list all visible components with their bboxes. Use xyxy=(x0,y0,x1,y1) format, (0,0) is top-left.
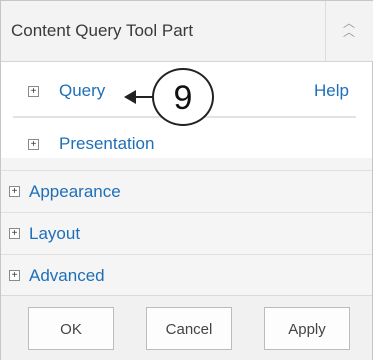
expand-appearance-icon[interactable]: + xyxy=(9,186,20,197)
panel-title: Content Query Tool Part xyxy=(11,21,194,40)
expand-advanced-icon[interactable]: + xyxy=(9,270,20,281)
expand-presentation-icon[interactable]: + xyxy=(28,139,39,150)
section-layout[interactable]: + Layout xyxy=(1,212,372,254)
section-appearance[interactable]: + Appearance xyxy=(1,170,372,212)
collapse-button[interactable]: ︿ ︿ xyxy=(325,1,373,61)
query-link[interactable]: Query xyxy=(59,81,105,101)
callout-arrow-icon xyxy=(124,90,136,104)
cancel-button[interactable]: Cancel xyxy=(146,307,232,350)
panel-title-bar: Content Query Tool Part ︿ ︿ xyxy=(1,1,373,62)
expand-layout-icon[interactable]: + xyxy=(9,228,20,239)
section-advanced[interactable]: + Advanced xyxy=(1,254,372,296)
section-label[interactable]: Appearance xyxy=(29,182,121,202)
double-chevron-up-icon: ︿ ︿ xyxy=(343,16,356,39)
step-callout: 9 xyxy=(152,68,214,126)
presentation-link[interactable]: Presentation xyxy=(59,134,154,154)
button-bar: OK Cancel Apply xyxy=(1,295,372,360)
section-label[interactable]: Layout xyxy=(29,224,80,244)
callout-arrow-line xyxy=(134,96,153,98)
help-link[interactable]: Help xyxy=(314,81,349,101)
expand-query-icon[interactable]: + xyxy=(28,86,39,97)
ok-button[interactable]: OK xyxy=(28,307,114,350)
section-label[interactable]: Advanced xyxy=(29,266,105,286)
tool-part-panel: Content Query Tool Part ︿ ︿ + Query Help … xyxy=(0,0,373,360)
apply-button[interactable]: Apply xyxy=(264,307,350,350)
